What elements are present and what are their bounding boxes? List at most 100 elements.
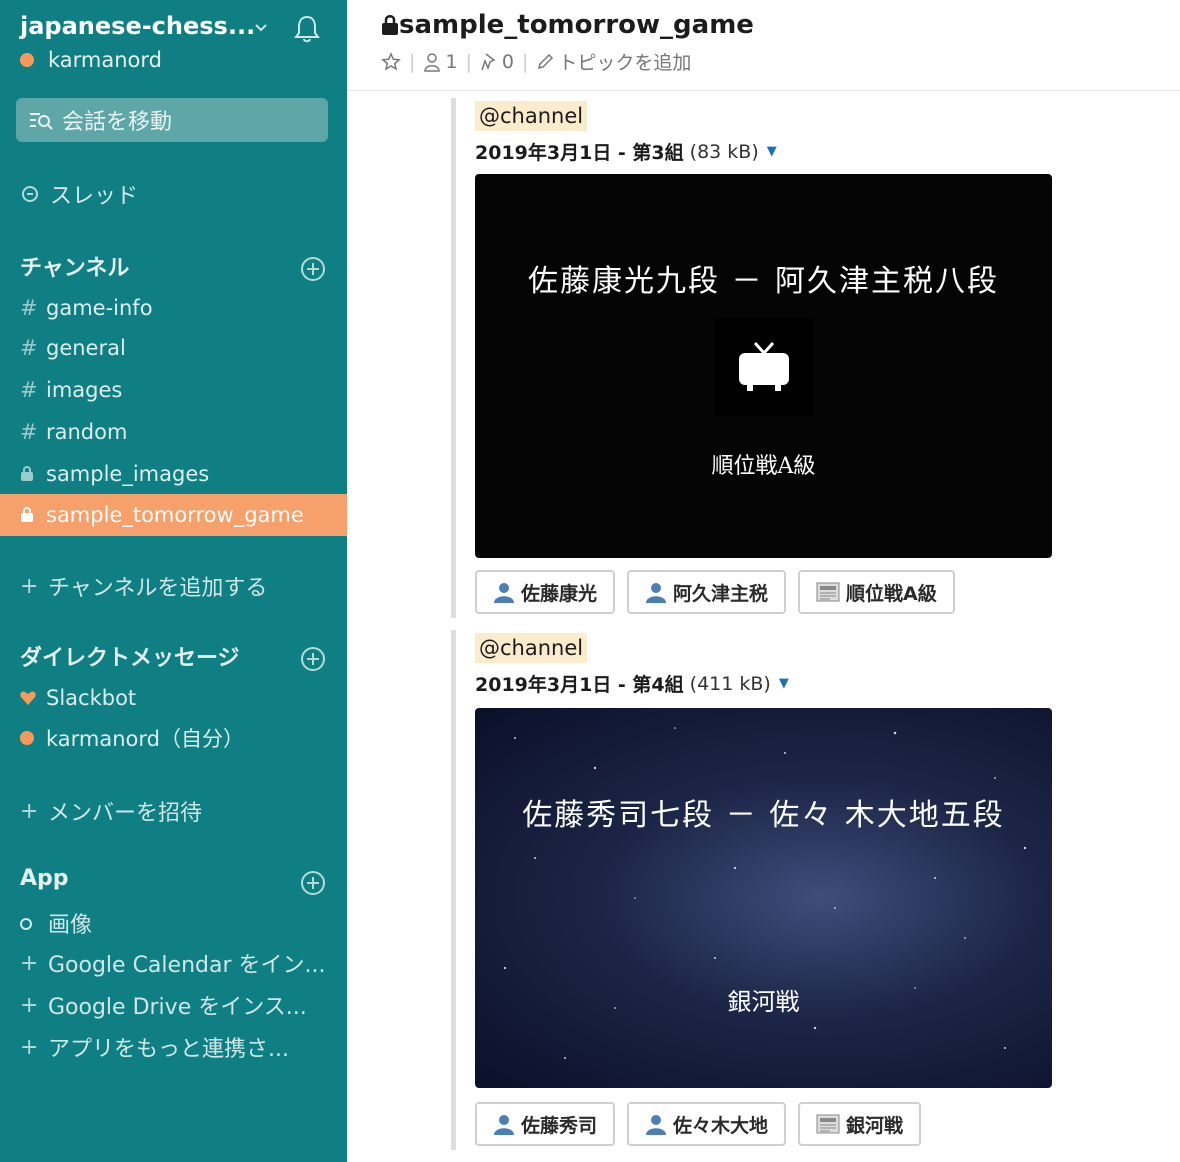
- sidebar-item-sample-images[interactable]: sample_images: [0, 453, 347, 495]
- button-label: 佐々木大地: [673, 1114, 769, 1137]
- chevron-down-icon[interactable]: [252, 18, 270, 36]
- app-label: 画像: [48, 913, 93, 938]
- hash-icon: #: [20, 336, 38, 360]
- channel-mention[interactable]: @channel: [475, 633, 588, 663]
- dropdown-caret-icon[interactable]: ▼: [779, 676, 789, 691]
- add-channel-link[interactable]: + チャンネルを追加する: [20, 570, 267, 602]
- jump-to-button[interactable]: 会話を移動: [16, 98, 328, 142]
- sidebar-item-slackbot[interactable]: Slackbot: [0, 677, 347, 719]
- person-icon: [645, 581, 667, 603]
- plus-icon: +: [20, 573, 39, 599]
- dropdown-caret-icon[interactable]: ▼: [767, 144, 777, 159]
- player-button[interactable]: 阿久津主税: [627, 570, 787, 614]
- sidebar-item-images[interactable]: # images: [0, 369, 347, 411]
- circle-icon: [20, 911, 48, 936]
- player-button[interactable]: 佐藤康光: [475, 570, 616, 614]
- plus-icon: +: [20, 950, 39, 976]
- meta-separator: |: [522, 50, 529, 73]
- pin-icon: [481, 52, 496, 70]
- threads-icon: [22, 186, 38, 202]
- lock-icon: [20, 462, 46, 486]
- sidebar-item-random[interactable]: # random: [0, 411, 347, 453]
- button-label: 佐藤秀司: [521, 1114, 598, 1137]
- action-buttons: 佐藤秀司 佐々木大地 銀河戦: [475, 1102, 922, 1146]
- sidebar-item-google-calendar[interactable]: + Google Calendar をイン...: [20, 947, 325, 979]
- image-preview[interactable]: 佐藤康光九段 － 阿久津主税八段 順位戦A級: [475, 174, 1052, 558]
- bell-icon[interactable]: [290, 12, 324, 46]
- threads-label: スレッド: [50, 184, 139, 209]
- workspace-name[interactable]: japanese-chess...: [20, 12, 255, 40]
- starfield: [503, 727, 1027, 1059]
- channel-title[interactable]: sample_tomorrow_game: [381, 10, 754, 40]
- sidebar-item-sample-tomorrow-game[interactable]: sample_tomorrow_game: [0, 494, 347, 536]
- button-label: 順位戦A級: [846, 582, 937, 605]
- tournament-button[interactable]: 銀河戦: [798, 1102, 922, 1146]
- header-divider: [347, 90, 1180, 91]
- app-label: Google Drive をインス...: [48, 995, 307, 1020]
- channels-header[interactable]: チャンネル: [20, 250, 129, 282]
- plus-icon: +: [20, 992, 39, 1018]
- add-app-plus-icon[interactable]: [300, 870, 326, 896]
- dm-header[interactable]: ダイレクトメッセージ: [20, 640, 240, 672]
- members-count-value: 1: [445, 50, 458, 73]
- jump-icon: [30, 113, 53, 130]
- invite-members-link[interactable]: + メンバーを招待: [20, 795, 202, 827]
- player-button[interactable]: 佐々木大地: [627, 1102, 787, 1146]
- file-size: (83 kB): [689, 140, 759, 163]
- pins-count[interactable]: 0: [480, 51, 514, 73]
- hash-icon: #: [20, 378, 38, 402]
- channel-mention[interactable]: @channel: [475, 101, 588, 131]
- presence-dot-icon: [20, 726, 46, 750]
- sidebar-item-general[interactable]: # general: [0, 327, 347, 369]
- tv-icon: [715, 318, 813, 416]
- members-count[interactable]: 1: [423, 50, 458, 73]
- person-icon: [493, 1113, 515, 1135]
- preview-subtitle: 順位戦A級: [711, 454, 816, 479]
- app-header[interactable]: App: [20, 866, 69, 891]
- sidebar-item-app-images[interactable]: 画像: [20, 907, 92, 939]
- sidebar-item-game-info[interactable]: # game-info: [0, 287, 347, 329]
- meta-separator: |: [465, 50, 472, 73]
- action-buttons: 佐藤康光 阿久津主税 順位戦A級: [475, 570, 955, 614]
- dm-label: karmanord（自分）: [46, 727, 245, 751]
- add-topic-link[interactable]: トピックを追加: [536, 48, 691, 75]
- presence-dot-icon: [20, 53, 34, 67]
- message-attachment-bar: [451, 98, 456, 618]
- image-preview[interactable]: 佐藤秀司七段 － 佐々 木大地五段 銀河戦: [475, 708, 1052, 1088]
- sidebar-item-self[interactable]: karmanord（自分）: [0, 717, 347, 759]
- star-icon[interactable]: [381, 51, 401, 72]
- dm-label: Slackbot: [46, 686, 137, 710]
- person-icon: [493, 581, 515, 603]
- channel-name: sample_tomorrow_game: [399, 10, 754, 40]
- channel-meta: | 1 | 0 | トピックを追加: [381, 48, 691, 75]
- sidebar-item-google-drive[interactable]: + Google Drive をインス...: [20, 989, 307, 1021]
- meta-separator: |: [409, 50, 416, 73]
- threads-link[interactable]: スレッド: [20, 178, 138, 210]
- tournament-button[interactable]: 順位戦A級: [798, 570, 955, 614]
- channel-label: sample_images: [46, 462, 210, 486]
- button-label: 銀河戦: [846, 1114, 904, 1137]
- channel-label: game-info: [46, 296, 153, 320]
- file-title[interactable]: 2019年3月1日 - 第4組: [475, 670, 684, 697]
- pins-count-value: 0: [501, 50, 514, 73]
- invite-label: メンバーを招待: [48, 801, 203, 826]
- channel-label: general: [46, 336, 126, 360]
- sidebar: japanese-chess... karmanord 会話を移動 スレッド チ…: [0, 0, 347, 1162]
- preview-title: 佐藤康光九段 － 阿久津主税八段: [527, 264, 1000, 299]
- current-user[interactable]: karmanord: [20, 48, 162, 72]
- file-title[interactable]: 2019年3月1日 - 第3組: [475, 138, 684, 165]
- add-dm-plus-icon[interactable]: [300, 646, 326, 672]
- lock-icon: [382, 15, 398, 35]
- person-icon: [645, 1113, 667, 1135]
- add-channel-plus-icon[interactable]: [300, 256, 326, 282]
- player-button[interactable]: 佐藤秀司: [475, 1102, 616, 1146]
- file-info: 2019年3月1日 - 第3組 (83 kB) ▼: [475, 138, 777, 165]
- heart-icon: [20, 686, 46, 710]
- pencil-icon: [538, 53, 554, 69]
- button-label: 佐藤康光: [521, 582, 598, 605]
- main-pane: sample_tomorrow_game | 1 | 0 | トピックを追加 @…: [347, 0, 1180, 1162]
- sidebar-item-more-apps[interactable]: + アプリをもっと連携さ...: [20, 1031, 289, 1063]
- jump-label: 会話を移動: [62, 110, 173, 135]
- add-channel-label: チャンネルを追加する: [48, 576, 268, 601]
- add-topic-label: トピックを追加: [558, 52, 692, 74]
